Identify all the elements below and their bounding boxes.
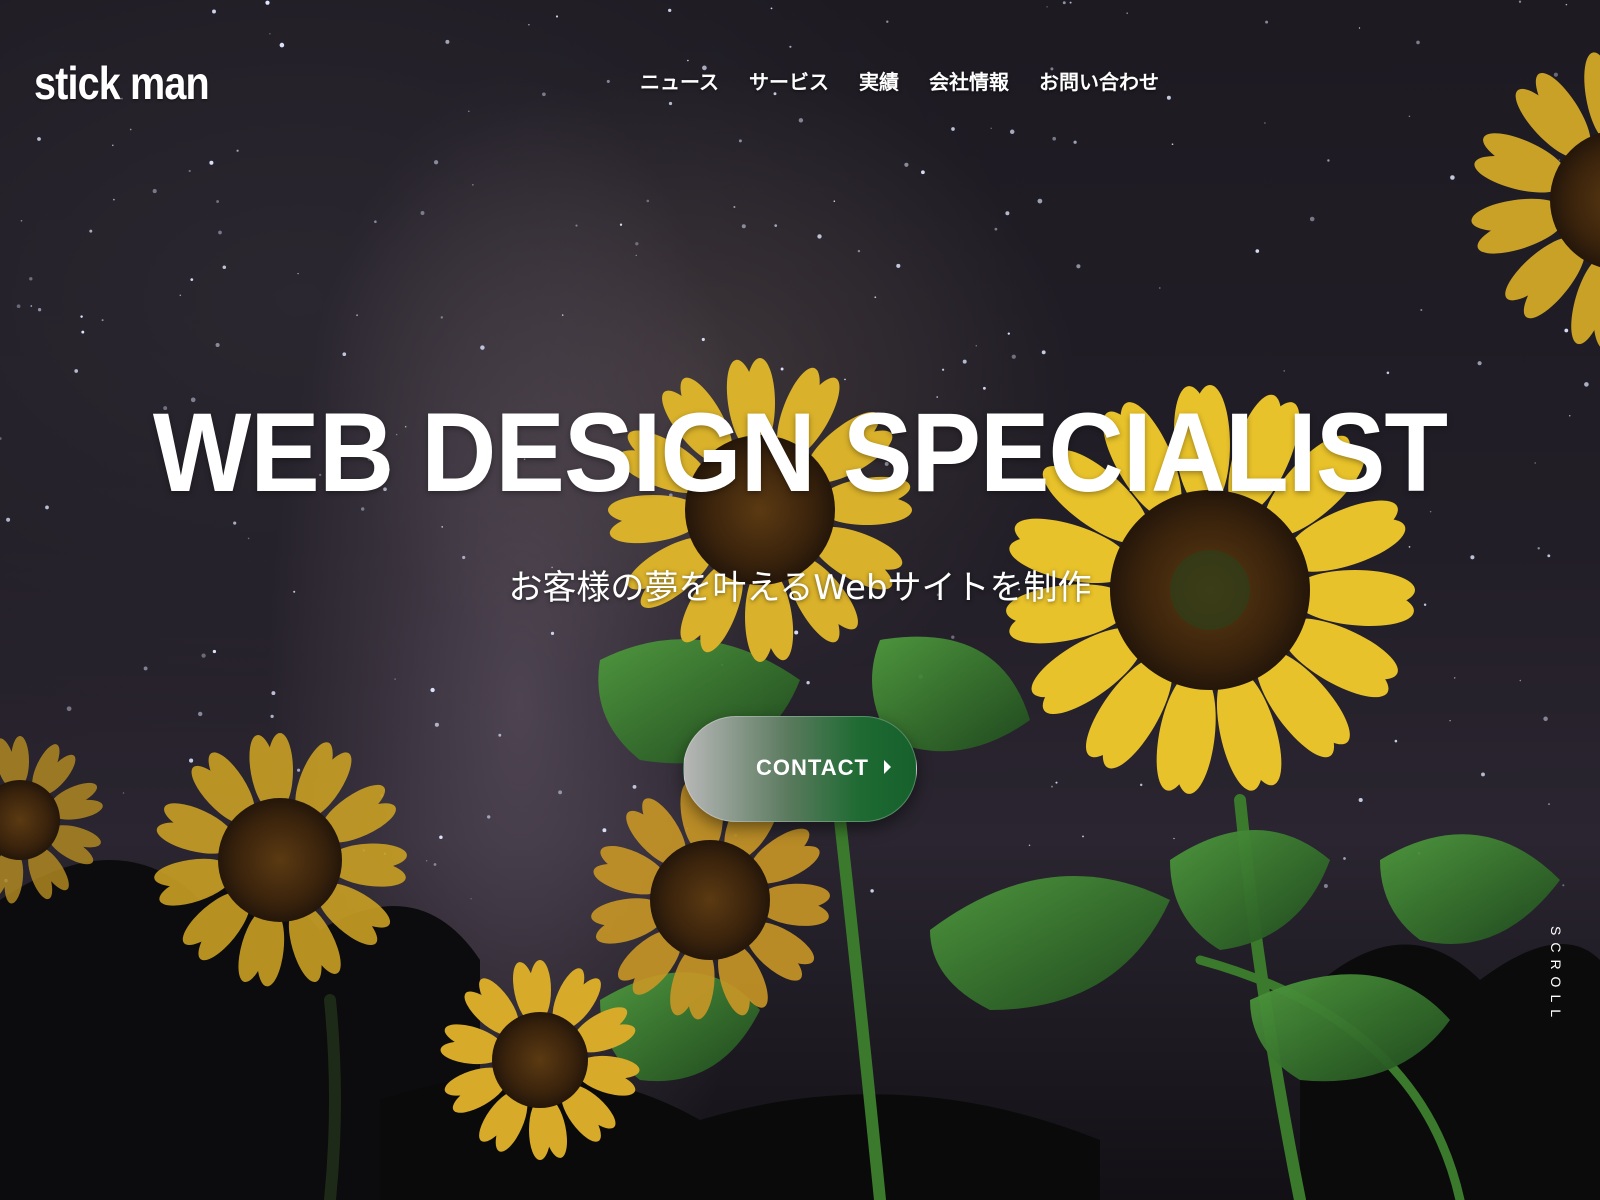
nav-item-works[interactable]: 実績 (859, 66, 899, 95)
main-nav: ニュース サービス 実績 会社情報 お問い合わせ (640, 66, 1159, 95)
site-header: stick man ニュース サービス 実績 会社情報 お問い合わせ (0, 0, 1600, 160)
nav-item-contact[interactable]: お問い合わせ (1039, 66, 1159, 95)
site-logo[interactable]: stick man (34, 56, 210, 110)
hero-headline: WEB DESIGN SPECIALIST (152, 390, 1448, 515)
nav-item-services[interactable]: サービス (749, 66, 829, 95)
contact-button-label: CONTACT (756, 755, 869, 780)
nav-item-company[interactable]: 会社情報 (929, 66, 1009, 95)
hero-subline: お客様の夢を叶えるWebサイトを制作 (508, 568, 1092, 608)
chevron-right-icon (884, 760, 891, 774)
scroll-indicator[interactable]: SCROLL (1548, 926, 1564, 1024)
contact-button[interactable]: CONTACT (683, 716, 917, 822)
nav-item-news[interactable]: ニュース (640, 66, 719, 95)
